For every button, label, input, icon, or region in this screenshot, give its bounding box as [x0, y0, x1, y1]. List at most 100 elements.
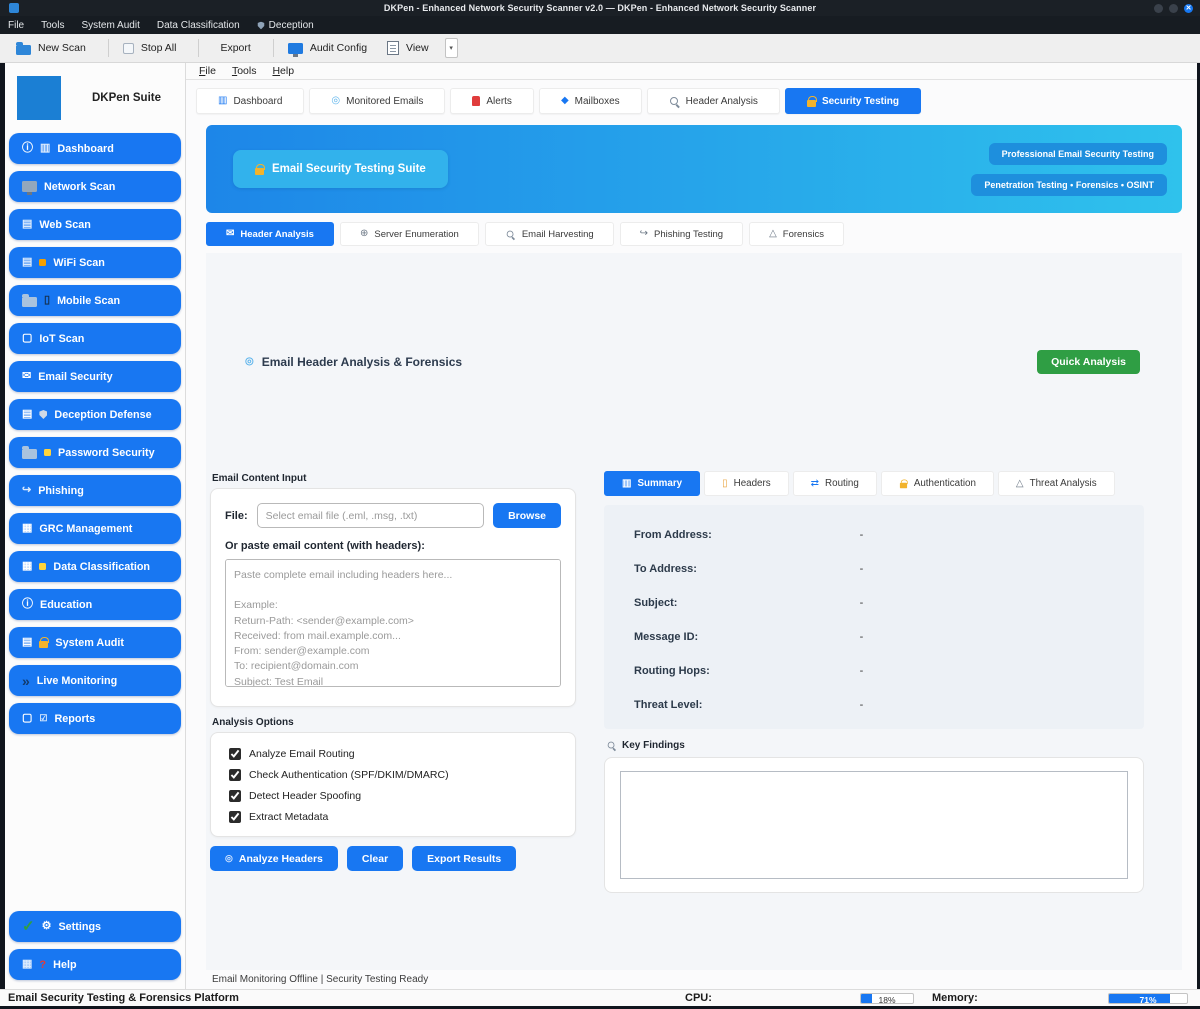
audit-config-button[interactable]: Audit Config — [282, 42, 381, 54]
inner-menu-tools[interactable]: Tools — [232, 65, 257, 77]
sidebar-item-iot-scan[interactable]: IoT Scan — [9, 323, 181, 354]
sidebar-item-network-scan[interactable]: Network Scan — [9, 171, 181, 202]
quick-analysis-button[interactable]: Quick Analysis — [1037, 350, 1140, 374]
export-results-button[interactable]: Export Results — [412, 846, 516, 871]
folder-icon — [22, 297, 37, 307]
stop-all-button[interactable]: Stop All — [117, 42, 191, 54]
key-findings-card — [604, 757, 1144, 893]
classification-icon — [39, 563, 46, 570]
sidebar-item-system-audit[interactable]: System Audit — [9, 627, 181, 658]
new-scan-button[interactable]: New Scan — [10, 42, 100, 55]
sidebar-item-label: Web Scan — [39, 219, 90, 231]
checkbox[interactable] — [229, 748, 241, 760]
titlebar: DKPen - Enhanced Network Security Scanne… — [0, 0, 1200, 16]
checkbox[interactable] — [229, 790, 241, 802]
maximize-button[interactable] — [1169, 4, 1178, 13]
inner-menu-help[interactable]: Help — [272, 65, 294, 77]
monitor-icon — [288, 43, 303, 54]
option-analyze-routing[interactable]: Analyze Email Routing — [229, 748, 561, 760]
sidebar-item-mobile-scan[interactable]: Mobile Scan — [9, 285, 181, 316]
sidebar-item-label: Dashboard — [57, 143, 113, 155]
sidebar-item-phishing[interactable]: Phishing — [9, 475, 181, 506]
tab-alerts[interactable]: Alerts — [450, 88, 534, 114]
help-box-icon — [22, 959, 32, 970]
summary-value: - — [860, 699, 864, 711]
option-extract-metadata[interactable]: Extract Metadata — [229, 811, 561, 823]
results-tab-authentication[interactable]: Authentication — [881, 471, 994, 496]
grid-icon — [22, 561, 32, 572]
search-icon — [506, 229, 515, 238]
summary-row-from: From Address:- — [634, 529, 1114, 541]
inner-menu-file[interactable]: File — [199, 65, 216, 77]
menu-data-classification[interactable]: Data Classification — [157, 20, 240, 31]
minimize-button[interactable] — [1154, 4, 1163, 13]
sidebar-item-reports[interactable]: Reports — [9, 703, 181, 734]
inner-menubar: File Tools Help — [186, 63, 1197, 80]
sidebar-item-dashboard[interactable]: Dashboard — [9, 133, 181, 164]
sidebar-item-grc-management[interactable]: GRC Management — [9, 513, 181, 544]
tab-monitored-emails[interactable]: Monitored Emails — [309, 88, 445, 114]
sidebar-item-password-security[interactable]: Password Security — [9, 437, 181, 468]
subtab-header-analysis[interactable]: Header Analysis — [206, 222, 334, 246]
menu-deception[interactable]: Deception — [257, 20, 314, 31]
view-button[interactable]: View — [381, 41, 443, 55]
export-button[interactable]: Export — [207, 42, 264, 54]
view-dropdown-arrow[interactable]: ▾ — [445, 38, 458, 58]
subtab-phishing-testing[interactable]: Phishing Testing — [620, 222, 743, 246]
results-tab-threat-analysis[interactable]: Threat Analysis — [998, 471, 1115, 496]
clear-button[interactable]: Clear — [347, 846, 403, 871]
tab-security-testing[interactable]: Security Testing — [785, 88, 921, 114]
option-check-authentication[interactable]: Check Authentication (SPF/DKIM/DMARC) — [229, 769, 561, 781]
email-content-textarea[interactable] — [225, 559, 561, 687]
security-subtabs: Header Analysis Server Enumeration Email… — [206, 222, 1182, 246]
summary-value: - — [860, 563, 864, 575]
summary-value: - — [860, 597, 864, 609]
checkbox[interactable] — [229, 811, 241, 823]
results-tabs: Summary Headers Routing Authentication T… — [604, 471, 1144, 496]
sidebar-item-label: Education — [40, 599, 92, 611]
sidebar-item-settings[interactable]: Settings — [9, 911, 181, 942]
menu-tools[interactable]: Tools — [41, 20, 64, 31]
cpu-progressbar: 18% — [860, 993, 914, 1004]
tab-dashboard[interactable]: Dashboard — [196, 88, 304, 114]
summary-icon — [622, 479, 631, 489]
sidebar-item-label: Phishing — [38, 485, 84, 497]
subtab-email-harvesting[interactable]: Email Harvesting — [485, 222, 614, 246]
sidebar-item-email-security[interactable]: Email Security — [9, 361, 181, 392]
email-file-input[interactable] — [257, 503, 484, 528]
results-tab-summary[interactable]: Summary — [604, 471, 700, 496]
key-icon — [44, 449, 51, 456]
close-button[interactable]: ✕ — [1184, 4, 1193, 13]
results-tab-routing[interactable]: Routing — [793, 471, 877, 496]
summary-value: - — [860, 631, 864, 643]
sidebar-item-live-monitoring[interactable]: Live Monitoring — [9, 665, 181, 696]
sidebar-item-web-scan[interactable]: Web Scan — [9, 209, 181, 240]
analyze-headers-button[interactable]: Analyze Headers — [210, 846, 338, 871]
sidebar-item-education[interactable]: Education — [9, 589, 181, 620]
report-icon — [39, 714, 47, 723]
checkbox[interactable] — [229, 769, 241, 781]
checkbox-icon — [123, 43, 134, 54]
subtab-server-enumeration[interactable]: Server Enumeration — [340, 222, 479, 246]
sidebar-item-wifi-scan[interactable]: WiFi Scan — [9, 247, 181, 278]
tab-mailboxes[interactable]: Mailboxes — [539, 88, 642, 114]
sidebar-item-label: Deception Defense — [54, 409, 151, 421]
subtab-forensics[interactable]: Forensics — [749, 222, 844, 246]
sidebar-item-data-classification[interactable]: Data Classification — [9, 551, 181, 582]
menu-system-audit[interactable]: System Audit — [81, 20, 139, 31]
sidebar-item-label: WiFi Scan — [53, 257, 105, 269]
flask-icon — [769, 229, 777, 239]
sidebar-item-label: Live Monitoring — [37, 675, 117, 687]
sidebar-item-deception-defense[interactable]: Deception Defense — [9, 399, 181, 430]
option-detect-spoofing[interactable]: Detect Header Spoofing — [229, 790, 561, 802]
results-tab-headers[interactable]: Headers — [704, 471, 789, 496]
sidebar-item-help[interactable]: ? Help — [9, 949, 181, 980]
tab-header-analysis[interactable]: Header Analysis — [647, 88, 780, 114]
gear-icon — [42, 921, 52, 932]
email-security-window: File Tools Help Dashboard Monitored Emai… — [185, 63, 1197, 989]
globe-icon — [360, 229, 368, 239]
browse-button[interactable]: Browse — [493, 503, 561, 528]
menu-file[interactable]: File — [8, 20, 24, 31]
chevrons-icon — [22, 674, 30, 688]
header-analysis-panel: Email Header Analysis & Forensics Quick … — [206, 253, 1182, 989]
